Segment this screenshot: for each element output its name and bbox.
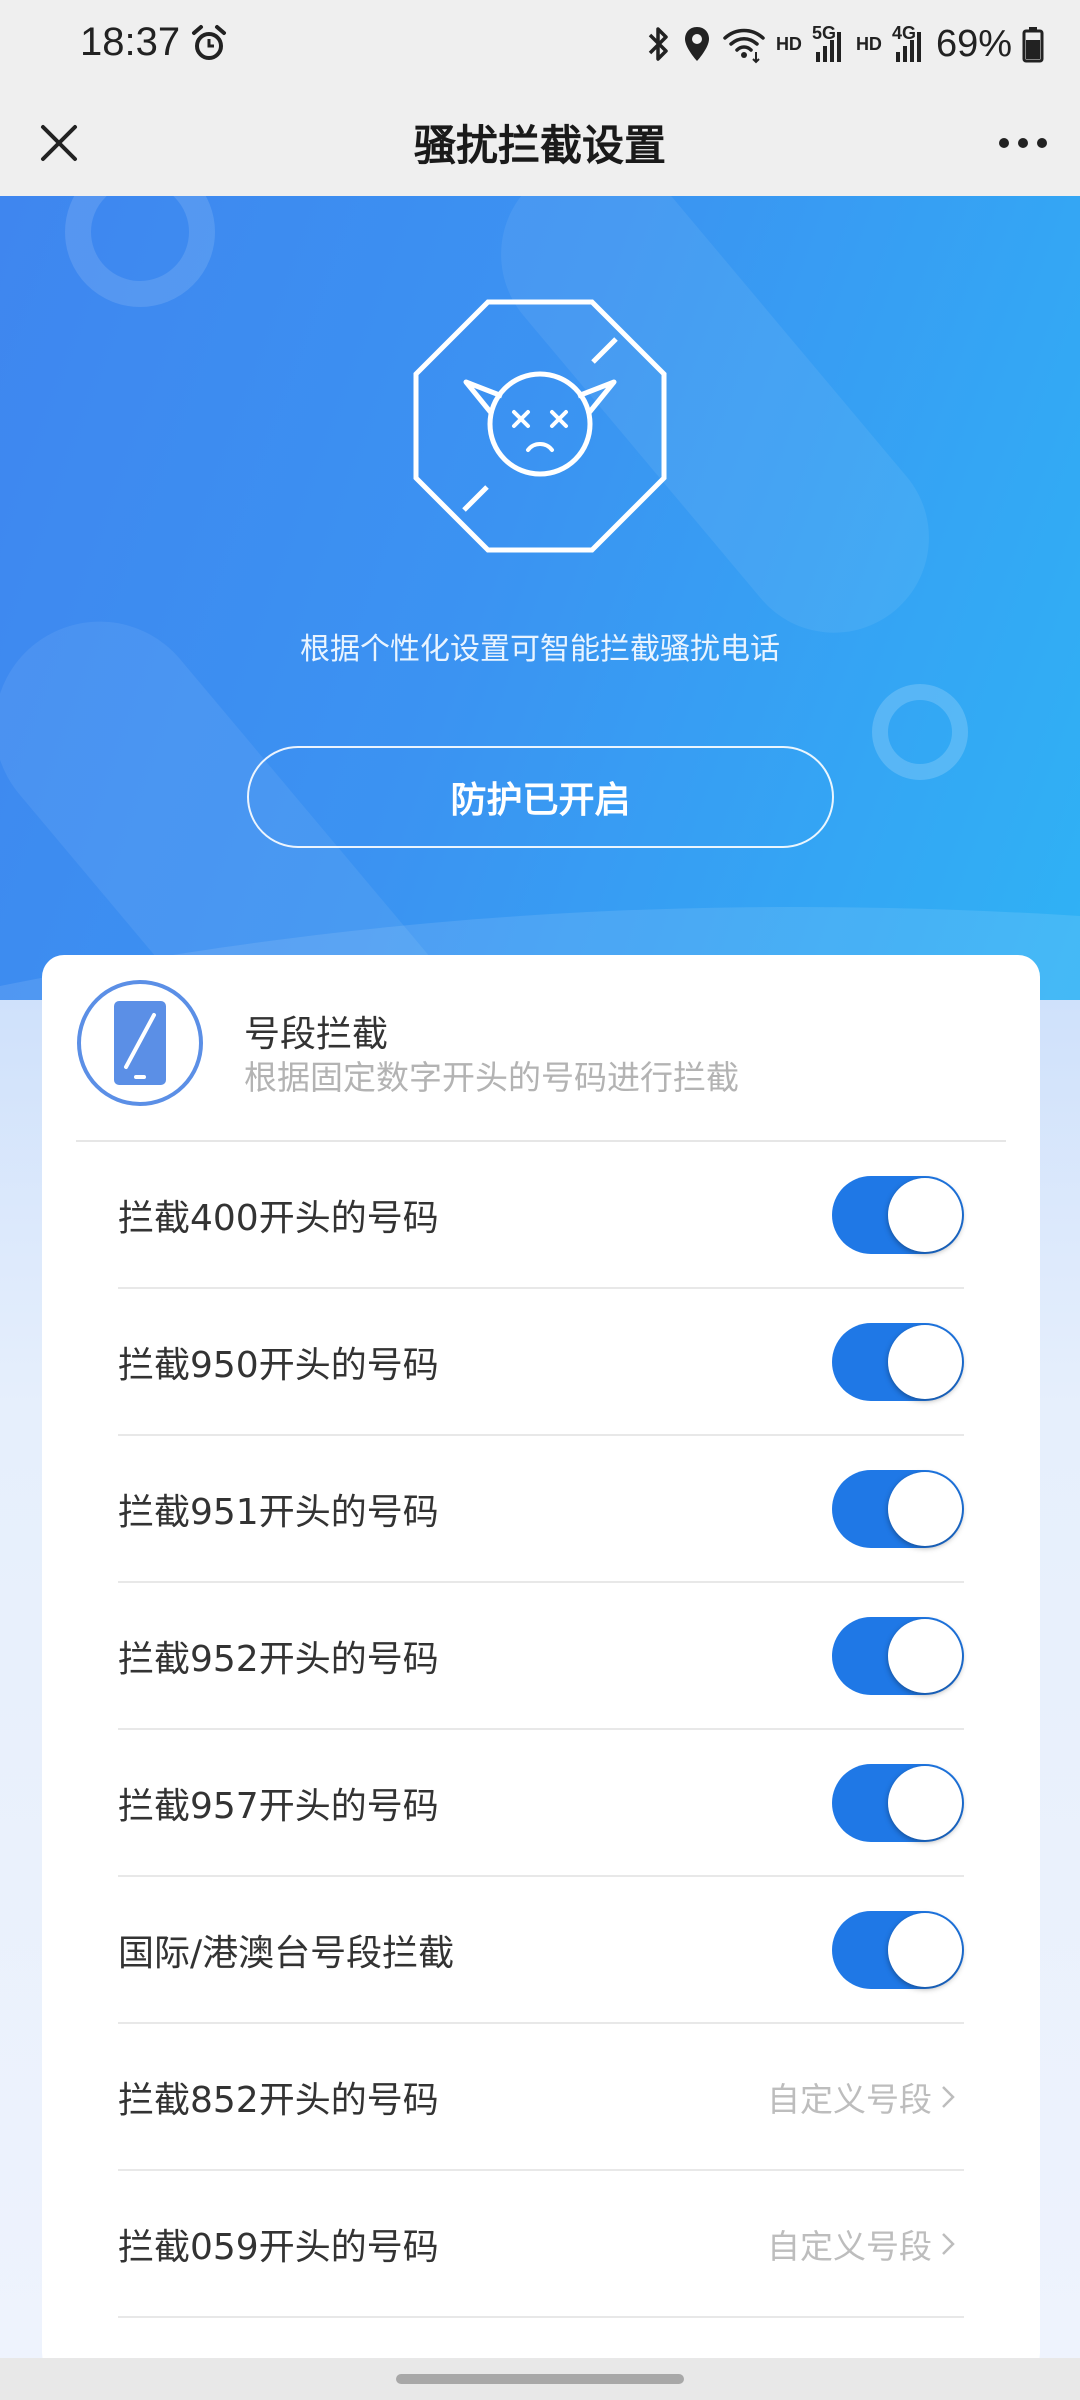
phone-icon bbox=[77, 980, 203, 1106]
chevron-right-icon bbox=[942, 2085, 955, 2108]
signal-4g: 4G bbox=[892, 24, 926, 64]
status-time: 18:37 bbox=[80, 20, 181, 64]
signal-icon bbox=[895, 32, 921, 62]
battery-percent: 69% bbox=[935, 22, 1012, 65]
custom-segment-link[interactable]: 自定义号段 bbox=[767, 2220, 956, 2268]
signal-5g: 5G bbox=[812, 24, 846, 64]
battery-icon bbox=[1022, 27, 1044, 63]
chevron-right-icon bbox=[942, 2232, 955, 2255]
page-title: 骚扰拦截设置 bbox=[413, 121, 666, 170]
wifi-icon bbox=[723, 28, 765, 64]
row-label: 拦截950开头的号码 bbox=[118, 1344, 439, 1386]
row-label: 拦截952开头的号码 bbox=[118, 1638, 439, 1680]
list-item-block-400[interactable]: 拦截400开头的号码 bbox=[118, 1142, 964, 1289]
hd-label-2: HD bbox=[855, 34, 882, 54]
location-icon bbox=[684, 27, 709, 61]
row-label: 拦截957开头的号码 bbox=[118, 1785, 439, 1827]
custom-segment-label: 自定义号段 bbox=[767, 2079, 932, 2119]
number-segment-card: 号段拦截 根据固定数字开头的号码进行拦截 拦截400开头的号码 拦截950开头的… bbox=[42, 955, 1040, 2375]
toggle-switch[interactable] bbox=[832, 1616, 964, 1695]
toggle-switch[interactable] bbox=[832, 1322, 964, 1401]
status-icons: HD 5G HD 4G 69% bbox=[644, 18, 1044, 70]
card-title: 号段拦截 bbox=[244, 1014, 389, 1055]
toggle-knob bbox=[888, 1177, 962, 1252]
hero-description: 根据个性化设置可智能拦截骚扰电话 bbox=[300, 632, 780, 667]
list-item-block-952[interactable]: 拦截952开头的号码 bbox=[118, 1583, 964, 1730]
app-bar: 骚扰拦截设置 bbox=[0, 90, 1080, 196]
rule-list: 拦截400开头的号码 拦截950开头的号码 拦截951开头的号码 拦截952开头… bbox=[118, 1142, 964, 2318]
card-header: 号段拦截 根据固定数字开头的号码进行拦截 bbox=[42, 955, 1040, 1141]
alarm-icon bbox=[192, 25, 226, 60]
list-item-block-852[interactable]: 拦截852开头的号码 自定义号段 bbox=[118, 2024, 964, 2171]
toggle-knob bbox=[888, 1618, 962, 1693]
list-item-block-international[interactable]: 国际/港澳台号段拦截 bbox=[118, 1877, 964, 2024]
status-bar: 18:37 HD 5G HD 4G 69% bbox=[0, 0, 1080, 90]
toggle-switch[interactable] bbox=[832, 1175, 964, 1254]
list-item-block-951[interactable]: 拦截951开头的号码 bbox=[118, 1436, 964, 1583]
hd-label-1: HD bbox=[775, 34, 802, 54]
custom-segment-link[interactable]: 自定义号段 bbox=[767, 2073, 956, 2121]
hero-banner: 根据个性化设置可智能拦截骚扰电话 防护已开启 bbox=[0, 196, 1080, 1056]
shield-icon bbox=[413, 299, 667, 553]
card-subtitle: 根据固定数字开头的号码进行拦截 bbox=[244, 1058, 739, 1097]
more-button[interactable] bbox=[988, 108, 1058, 178]
custom-segment-label: 自定义号段 bbox=[767, 2226, 932, 2266]
more-icon bbox=[999, 138, 1047, 148]
home-indicator[interactable] bbox=[396, 2374, 684, 2384]
toggle-switch[interactable] bbox=[832, 1763, 964, 1842]
screen: 18:37 HD 5G HD 4G 69% 骚扰拦截设置 根据个性化设置可智能拦… bbox=[0, 0, 1080, 2400]
protection-status-button[interactable]: 防护已开启 bbox=[247, 746, 834, 848]
toggle-knob bbox=[888, 1765, 962, 1840]
row-label: 拦截852开头的号码 bbox=[118, 2079, 439, 2121]
row-label: 拦截400开头的号码 bbox=[118, 1197, 439, 1239]
bluetooth-icon bbox=[648, 27, 668, 61]
toggle-switch[interactable] bbox=[832, 1469, 964, 1548]
row-label: 拦截951开头的号码 bbox=[118, 1491, 439, 1533]
toggle-knob bbox=[888, 1471, 962, 1546]
toggle-switch[interactable] bbox=[832, 1910, 964, 1989]
list-item-block-957[interactable]: 拦截957开头的号码 bbox=[118, 1730, 964, 1877]
row-label: 国际/港澳台号段拦截 bbox=[118, 1932, 455, 1974]
toggle-knob bbox=[888, 1324, 962, 1399]
list-item-block-950[interactable]: 拦截950开头的号码 bbox=[118, 1289, 964, 1436]
list-item-block-059[interactable]: 拦截059开头的号码 自定义号段 bbox=[118, 2171, 964, 2318]
signal-icon bbox=[815, 32, 841, 62]
row-label: 拦截059开头的号码 bbox=[118, 2226, 439, 2268]
toggle-knob bbox=[888, 1912, 962, 1987]
